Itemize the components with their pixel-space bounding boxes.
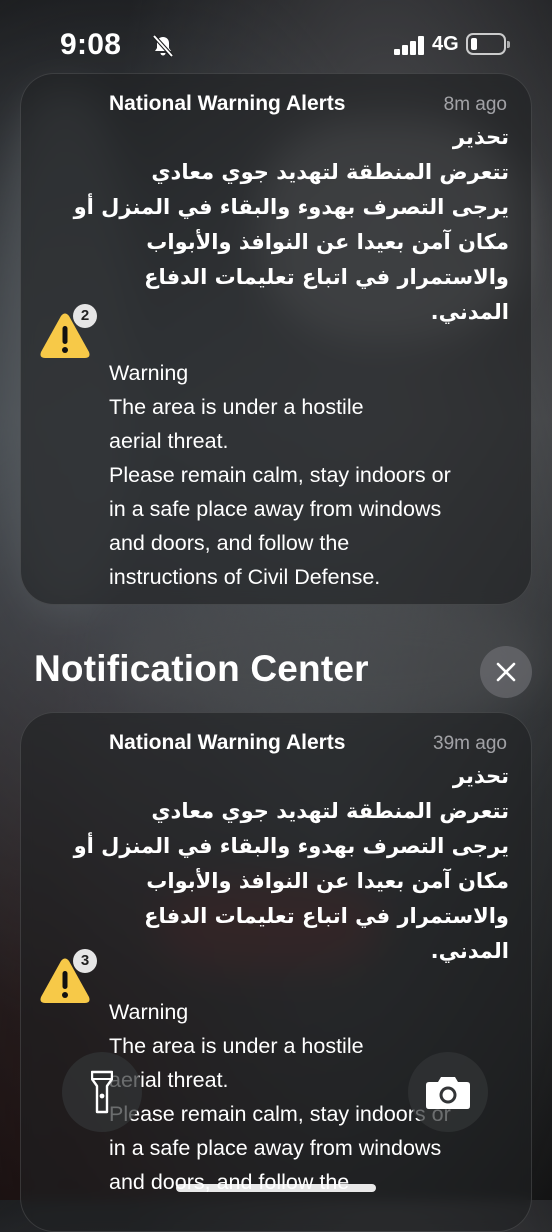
arabic-line: تتعرض المنطقة لتهديد جوي معادي [151, 799, 509, 823]
arabic-line: يرجى التصرف بهدوء والبقاء في المنزل أو [73, 834, 509, 858]
arabic-line: والاستمرار في اتباع تعليمات الدفاع [144, 265, 509, 289]
english-line: Please remain calm, stay indoors or [109, 463, 451, 487]
notification-arabic-body: تحذير تتعرض المنطقة لتهديد جوي معادي يرج… [73, 120, 509, 330]
network-type: 4G [432, 33, 459, 55]
arabic-line: مكان آمن بعيدا عن النوافذ والأبواب [146, 869, 509, 893]
notification-count-badge: 2 [73, 304, 97, 328]
camera-button[interactable] [408, 1052, 488, 1132]
notification-app-name: National Warning Alerts [109, 92, 346, 115]
notification-card[interactable]: National Warning Alerts 39m ago 3 تحذير … [20, 712, 532, 1232]
cellular-signal-icon [394, 35, 426, 55]
bell-slash-icon [152, 34, 174, 58]
close-icon [496, 662, 516, 682]
notification-arabic-body: تحذير تتعرض المنطقة لتهديد جوي معادي يرج… [73, 759, 509, 969]
english-line: instructions of Civil Defense. [109, 565, 381, 589]
arabic-line: المدني. [430, 300, 509, 324]
notification-center-title: Notification Center [34, 648, 369, 689]
home-indicator[interactable] [176, 1184, 376, 1192]
flashlight-button[interactable] [62, 1052, 142, 1132]
arabic-line: المدني. [430, 939, 509, 963]
warning-triangle-icon: 3 [39, 949, 97, 1007]
arabic-line: والاستمرار في اتباع تعليمات الدفاع [144, 904, 509, 928]
warning-triangle-icon: 2 [39, 304, 97, 362]
notification-app-name: National Warning Alerts [109, 731, 346, 754]
english-line: Warning [109, 1000, 189, 1024]
flashlight-icon [91, 1070, 113, 1114]
notification-card[interactable]: National Warning Alerts 8m ago 2 تحذير ت… [20, 73, 532, 605]
notification-english-body: Warning The area is under a hostile aeri… [109, 356, 511, 594]
english-line: and doors, and follow the [109, 1170, 350, 1194]
battery-low-icon [466, 33, 510, 55]
english-line: in a safe place away from windows [109, 1136, 442, 1160]
notification-count-badge: 3 [73, 949, 97, 973]
english-line: The area is under a hostile [109, 395, 364, 419]
camera-icon [426, 1077, 470, 1109]
arabic-line: يرجى التصرف بهدوء والبقاء في المنزل أو [73, 195, 509, 219]
arabic-line: تحذير [452, 125, 509, 149]
close-button[interactable] [480, 646, 532, 698]
status-time: 9:08 [60, 28, 122, 61]
arabic-line: مكان آمن بعيدا عن النوافذ والأبواب [146, 230, 509, 254]
arabic-line: تحذير [452, 764, 509, 788]
english-line: and doors, and follow the [109, 531, 350, 555]
notification-time: 8m ago [443, 94, 507, 115]
status-bar: 9:08 4G [0, 0, 552, 80]
english-line: Warning [109, 361, 189, 385]
english-line: aerial threat. [109, 429, 229, 453]
arabic-line: تتعرض المنطقة لتهديد جوي معادي [151, 160, 509, 184]
english-line: in a safe place away from windows [109, 497, 442, 521]
notification-time: 39m ago [433, 733, 507, 754]
